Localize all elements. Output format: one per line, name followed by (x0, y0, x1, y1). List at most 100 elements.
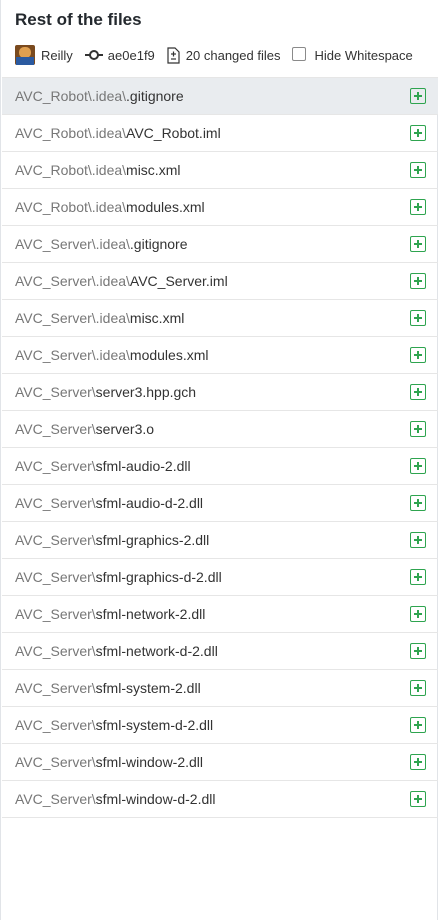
file-name: .gitignore (129, 236, 188, 252)
commit-icon (84, 50, 103, 60)
file-name: AVC_Robot.iml (126, 125, 221, 141)
avatar (15, 45, 35, 65)
file-dir: AVC_Server\ (15, 680, 96, 696)
file-path: AVC_Server\.idea\AVC_Server.iml (2, 273, 228, 289)
file-row[interactable]: AVC_Server\.idea\modules.xml (2, 337, 438, 374)
hide-whitespace-toggle[interactable]: Hide Whitespace (292, 46, 413, 63)
file-row[interactable]: AVC_Server\sfml-network-d-2.dll (2, 633, 438, 670)
file-row[interactable]: AVC_Server\sfml-window-d-2.dll (2, 781, 438, 818)
file-row[interactable]: AVC_Robot\.idea\.gitignore (2, 77, 438, 115)
file-path: AVC_Server\server3.hpp.gch (2, 384, 196, 400)
file-dir: AVC_Server\ (15, 458, 96, 474)
commit[interactable]: ae0e1f9 (84, 48, 155, 63)
file-path: AVC_Server\.idea\misc.xml (2, 310, 184, 326)
file-name: sfml-window-2.dll (95, 754, 204, 770)
file-dir: AVC_Robot\.idea\ (15, 162, 127, 178)
added-icon[interactable] (410, 680, 426, 696)
added-icon[interactable] (410, 347, 426, 363)
file-path: AVC_Robot\.idea\misc.xml (2, 162, 180, 178)
file-row[interactable]: AVC_Server\sfml-graphics-2.dll (2, 522, 438, 559)
file-list: AVC_Robot\.idea\.gitignore AVC_Robot\.ide… (2, 77, 438, 818)
file-path: AVC_Server\sfml-system-d-2.dll (2, 717, 213, 733)
file-path: AVC_Server\sfml-graphics-2.dll (2, 532, 209, 548)
file-dir: AVC_Server\.idea\ (15, 273, 130, 289)
author-name: Reilly (41, 47, 73, 63)
changed-files[interactable]: 20 changed files (167, 46, 281, 64)
file-name: sfml-audio-d-2.dll (95, 495, 204, 511)
file-path: AVC_Robot\.idea\modules.xml (2, 199, 205, 215)
file-dir: AVC_Server\ (15, 495, 96, 511)
commit-meta: Reilly ae0e1f9 20 changed files Hide Whi… (15, 44, 413, 66)
file-row[interactable]: AVC_Server\server3.o (2, 411, 438, 448)
file-dir: AVC_Server\ (15, 717, 96, 733)
file-name: server3.hpp.gch (95, 384, 197, 400)
file-dir: AVC_Server\.idea\ (15, 310, 130, 326)
page-title: Rest of the files (15, 10, 142, 29)
added-icon[interactable] (410, 791, 426, 807)
file-name: misc.xml (126, 162, 181, 178)
file-dir: AVC_Server\ (15, 384, 96, 400)
added-icon[interactable] (410, 532, 426, 548)
file-name: sfml-system-2.dll (95, 680, 201, 696)
author[interactable]: Reilly (15, 45, 73, 65)
file-row[interactable]: AVC_Server\sfml-window-2.dll (2, 744, 438, 781)
file-path: AVC_Server\.idea\.gitignore (2, 236, 188, 252)
file-row[interactable]: AVC_Server\server3.hpp.gch (2, 374, 438, 411)
added-icon[interactable] (410, 717, 426, 733)
added-icon[interactable] (410, 421, 426, 437)
file-path: AVC_Server\.idea\modules.xml (2, 347, 209, 363)
file-row[interactable]: AVC_Server\sfml-network-2.dll (2, 596, 438, 633)
file-path: AVC_Server\sfml-system-2.dll (2, 680, 201, 696)
added-icon[interactable] (410, 606, 426, 622)
hide-whitespace-label: Hide Whitespace (314, 47, 413, 63)
changed-files-count: 20 changed files (185, 47, 281, 63)
file-row[interactable]: AVC_Server\sfml-audio-2.dll (2, 448, 438, 485)
file-row[interactable]: AVC_Server\sfml-graphics-d-2.dll (2, 559, 438, 596)
hide-whitespace-checkbox[interactable] (292, 46, 307, 61)
panel-header: Rest of the files Reilly ae0e1f9 20 chan… (1, 0, 438, 77)
file-row[interactable]: AVC_Robot\.idea\modules.xml (2, 189, 438, 226)
added-icon[interactable] (410, 88, 426, 104)
file-path: AVC_Server\sfml-audio-2.dll (2, 458, 191, 474)
file-dir: AVC_Server\ (15, 421, 96, 437)
added-icon[interactable] (410, 199, 426, 215)
added-icon[interactable] (410, 569, 426, 585)
file-name: modules.xml (129, 347, 209, 363)
file-name: AVC_Server.iml (129, 273, 228, 289)
file-row[interactable]: AVC_Server\.idea\AVC_Server.iml (2, 263, 438, 300)
added-icon[interactable] (410, 236, 426, 252)
file-name: .gitignore (126, 88, 184, 104)
added-icon[interactable] (410, 162, 426, 178)
file-dir: AVC_Server\ (15, 606, 96, 622)
file-dir: AVC_Server\.idea\ (15, 347, 130, 363)
added-icon[interactable] (410, 384, 426, 400)
file-dir: AVC_Robot\.idea\ (15, 125, 127, 141)
added-icon[interactable] (410, 754, 426, 770)
file-dir: AVC_Server\ (15, 643, 96, 659)
added-icon[interactable] (410, 273, 426, 289)
file-dir: AVC_Server\ (15, 754, 96, 770)
file-row[interactable]: AVC_Server\sfml-system-2.dll (2, 670, 438, 707)
added-icon[interactable] (410, 495, 426, 511)
file-path: AVC_Server\sfml-graphics-d-2.dll (2, 569, 222, 585)
file-dir: AVC_Server\.idea\ (15, 236, 130, 252)
added-icon[interactable] (410, 643, 426, 659)
file-name: sfml-audio-2.dll (95, 458, 191, 474)
added-icon[interactable] (410, 310, 426, 326)
file-path: AVC_Server\sfml-network-2.dll (2, 606, 205, 622)
file-path: AVC_Server\sfml-window-2.dll (2, 754, 203, 770)
file-name: sfml-system-d-2.dll (95, 717, 214, 733)
file-row[interactable]: AVC_Server\sfml-system-d-2.dll (2, 707, 438, 744)
file-dir: AVC_Robot\.idea\ (15, 199, 127, 215)
file-row[interactable]: AVC_Robot\.idea\misc.xml (2, 152, 438, 189)
file-name: misc.xml (129, 310, 185, 326)
added-icon[interactable] (410, 125, 426, 141)
file-row[interactable]: AVC_Robot\.idea\AVC_Robot.iml (2, 115, 438, 152)
file-row[interactable]: AVC_Server\.idea\misc.xml (2, 300, 438, 337)
added-icon[interactable] (410, 458, 426, 474)
file-row[interactable]: AVC_Server\sfml-audio-d-2.dll (2, 485, 438, 522)
file-name: sfml-graphics-d-2.dll (95, 569, 222, 585)
file-row[interactable]: AVC_Server\.idea\.gitignore (2, 226, 438, 263)
file-panel: Rest of the files Reilly ae0e1f9 20 chan… (0, 0, 438, 920)
file-dir: AVC_Server\ (15, 791, 96, 807)
